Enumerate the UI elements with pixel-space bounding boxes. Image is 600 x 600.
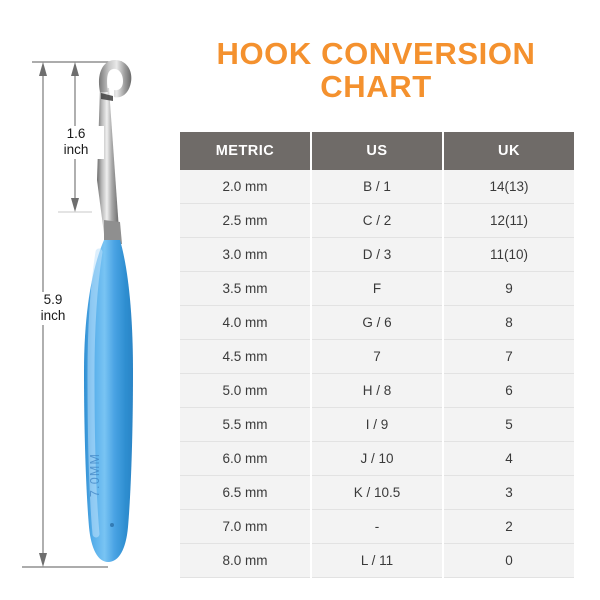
cell-us: - xyxy=(311,509,444,544)
cell-uk: 3 xyxy=(443,475,574,510)
hook-conversion-chart-page: HOOK CONVERSION CHART 7.0MM 1.6 inch 5.9… xyxy=(0,0,600,600)
table-row: 6.5 mm K / 10.5 3 xyxy=(180,475,574,510)
column-header-metric: METRIC xyxy=(180,132,312,170)
table-header-row: METRIC US UK xyxy=(180,132,574,170)
cell-us: G / 6 xyxy=(311,305,444,340)
cell-us: I / 9 xyxy=(311,407,444,442)
cell-metric: 2.0 mm xyxy=(180,170,312,204)
cell-us: L / 11 xyxy=(311,543,444,578)
cell-uk: 6 xyxy=(443,373,574,408)
table-row: 2.5 mm C / 2 12(11) xyxy=(180,203,574,238)
table-row: 4.0 mm G / 68 xyxy=(180,305,574,340)
cell-metric: 6.5 mm xyxy=(180,475,312,510)
head-length-label: 1.6 inch xyxy=(48,126,104,159)
cell-us: C / 2 xyxy=(311,203,444,238)
table-body: 2.0 mm B / 1 14(13) 2.5 mm C / 2 12(11) 3.0 mm… xyxy=(180,170,574,578)
cell-uk: 7 xyxy=(443,339,574,374)
cell-us: D / 3 xyxy=(311,237,444,272)
cell-uk: 0 xyxy=(443,543,574,578)
head-length-unit: inch xyxy=(63,142,89,158)
cell-uk: 4 xyxy=(443,441,574,476)
head-length-value: 1.6 xyxy=(66,126,86,141)
cell-metric: 8.0 mm xyxy=(180,543,312,578)
cell-us: J / 10 xyxy=(311,441,444,476)
table-row: 5.0 mm H / 86 xyxy=(180,373,574,408)
column-header-uk: UK xyxy=(443,132,574,170)
page-title: HOOK CONVERSION CHART xyxy=(180,36,572,104)
table-row: 3.5 mm F 9 xyxy=(180,271,574,306)
cell-us: 7 xyxy=(311,339,444,374)
crochet-hook-graphic xyxy=(22,60,133,568)
cell-us: F xyxy=(311,271,444,306)
table-row: 2.0 mm B / 1 14(13) xyxy=(180,170,574,204)
column-header-us: US xyxy=(311,132,444,170)
table-row: 3.0 mm D / 3 11(10) xyxy=(180,237,574,272)
cell-uk: 11(10) xyxy=(443,237,574,272)
cell-us: K / 10.5 xyxy=(311,475,444,510)
cell-uk: 5 xyxy=(443,407,574,442)
cell-metric: 6.0 mm xyxy=(180,441,312,476)
page-title-line-2: CHART xyxy=(320,68,432,104)
table-row: 8.0 mm L / 11 0 xyxy=(180,543,574,578)
cell-metric: 7.0 mm xyxy=(180,509,312,544)
cell-metric: 4.0 mm xyxy=(180,305,312,340)
cell-metric: 5.0 mm xyxy=(180,373,312,408)
cell-metric: 3.5 mm xyxy=(180,271,312,306)
cell-us: B / 1 xyxy=(311,170,444,204)
crochet-hook-illustration: 7.0MM 1.6 inch 5.9 inch xyxy=(0,0,180,600)
cell-uk: 9 xyxy=(443,271,574,306)
cell-uk: 8 xyxy=(443,305,574,340)
table-row: 7.0 mm -2 xyxy=(180,509,574,544)
cell-metric: 4.5 mm xyxy=(180,339,312,374)
cell-uk: 2 xyxy=(443,509,574,544)
total-length-label: 5.9 inch xyxy=(28,292,78,325)
cell-uk: 12(11) xyxy=(443,203,574,238)
handle-imprint-dot xyxy=(110,523,114,527)
total-length-value: 5.9 xyxy=(43,292,63,307)
table-row: 4.5 mm 7 7 xyxy=(180,339,574,374)
cell-metric: 5.5 mm xyxy=(180,407,312,442)
cell-uk: 14(13) xyxy=(443,170,574,204)
page-title-line-1: HOOK CONVERSION xyxy=(216,36,536,71)
total-length-unit: inch xyxy=(40,308,66,324)
table-row: 5.5 mm I / 95 xyxy=(180,407,574,442)
table-row: 6.0 mm J / 10 4 xyxy=(180,441,574,476)
hook-shaft xyxy=(97,88,119,234)
cell-metric: 2.5 mm xyxy=(180,203,312,238)
cell-metric: 3.0 mm xyxy=(180,237,312,272)
cell-us: H / 8 xyxy=(311,373,444,408)
hook-head xyxy=(98,60,132,98)
table-header: METRIC US UK xyxy=(180,132,574,170)
conversion-table: METRIC US UK 2.0 mm B / 1 14(13) 2.5 mm C / … xyxy=(180,132,574,578)
